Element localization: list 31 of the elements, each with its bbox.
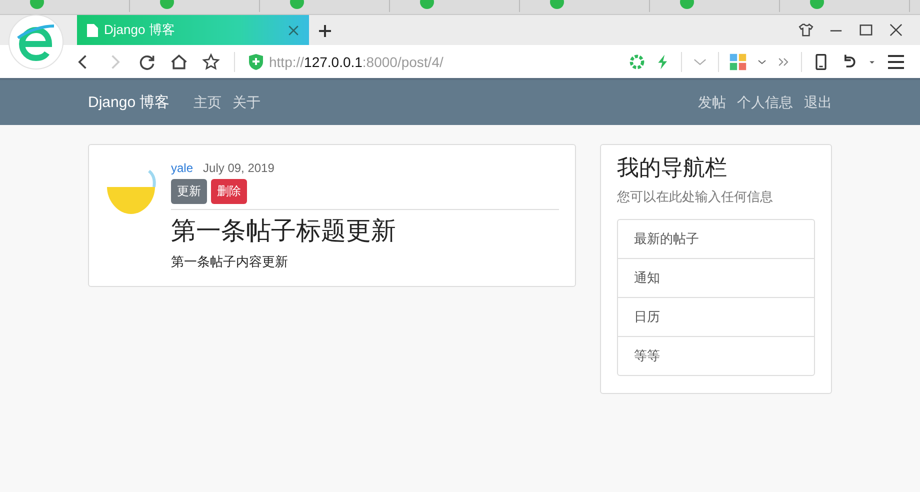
delete-button[interactable]: 删除 xyxy=(211,179,247,204)
shield-icon xyxy=(249,54,263,70)
sidebar-item[interactable]: 日历 xyxy=(618,297,814,336)
nav-link[interactable]: 关于 xyxy=(232,94,261,112)
sidebar-subtitle: 您可以在此处输入任何信息 xyxy=(617,188,774,206)
url-text: http://127.0.0.1:8000/post/4/ xyxy=(269,54,444,70)
author-link[interactable]: yale xyxy=(171,161,194,175)
sidebar-item[interactable]: 最新的帖子 xyxy=(618,220,814,258)
nav-link[interactable]: 主页 xyxy=(194,94,222,112)
post-content: 第一条帖子内容更新 xyxy=(171,253,289,271)
avatar-icon xyxy=(105,169,159,215)
post-title: 第一条帖子标题更新 xyxy=(171,216,397,247)
apps-icon[interactable] xyxy=(729,52,747,70)
reload-icon[interactable] xyxy=(138,52,156,70)
star-icon[interactable] xyxy=(202,52,220,70)
new-tab-icon[interactable] xyxy=(319,25,331,37)
home-icon[interactable] xyxy=(170,52,188,70)
close-icon[interactable] xyxy=(888,22,904,38)
page-icon xyxy=(87,24,98,36)
sidebar-item[interactable]: 通知 xyxy=(618,258,814,297)
nav-link[interactable]: 发帖 xyxy=(698,94,726,112)
address-bar[interactable]: http://127.0.0.1:8000/post/4/ xyxy=(249,54,615,70)
maximize-icon[interactable] xyxy=(858,22,874,38)
shirt-icon[interactable] xyxy=(798,22,814,38)
update-button[interactable]: 更新 xyxy=(171,179,207,204)
sidebar-item[interactable]: 等等 xyxy=(618,336,814,375)
nav-link[interactable]: 个人信息 xyxy=(737,94,793,112)
sidebar-title: 我的导航栏 xyxy=(617,154,728,182)
nav-link[interactable]: 退出 xyxy=(804,94,832,112)
brand-link[interactable]: Django 博客 xyxy=(88,93,170,112)
post-date: July 09, 2019 xyxy=(203,161,274,175)
